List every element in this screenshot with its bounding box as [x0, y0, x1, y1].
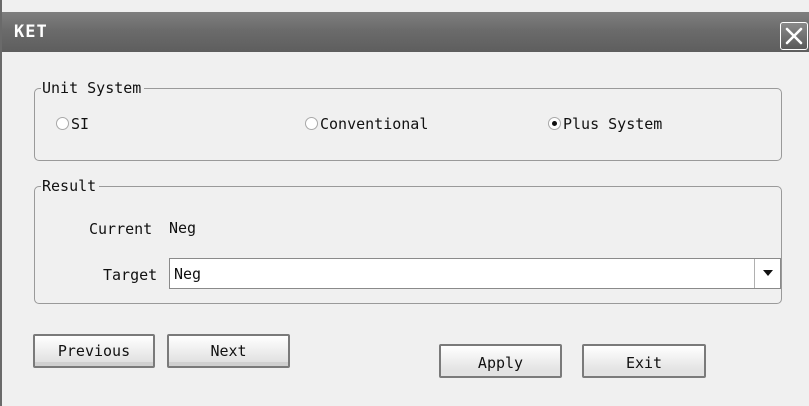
- close-icon: [785, 27, 803, 45]
- result-legend: Result: [41, 177, 100, 195]
- target-dropdown-button[interactable]: [754, 259, 780, 288]
- radio-conventional-circle[interactable]: [305, 117, 318, 130]
- radio-selected-dot: [552, 121, 557, 126]
- apply-button[interactable]: Apply: [439, 344, 562, 378]
- current-label: Current: [89, 220, 153, 238]
- current-value: Neg: [169, 219, 197, 237]
- radio-si-circle[interactable]: [56, 117, 69, 130]
- exit-button[interactable]: Exit: [582, 344, 706, 378]
- window-title: KET: [14, 22, 48, 42]
- target-select[interactable]: Neg: [169, 258, 781, 289]
- target-select-value: Neg: [174, 265, 202, 283]
- previous-button[interactable]: Previous: [33, 334, 155, 368]
- radio-conventional-label: Conventional: [320, 115, 429, 133]
- title-bar: KET: [2, 12, 809, 52]
- next-button[interactable]: Next: [167, 334, 290, 368]
- ket-dialog: KET Unit System SI Conventional Plus Sys…: [0, 0, 809, 406]
- radio-plus-system-circle[interactable]: [548, 117, 561, 130]
- close-button[interactable]: [780, 22, 808, 50]
- unit-system-group: Unit System SI Conventional Plus System: [34, 79, 782, 161]
- unit-system-legend: Unit System: [41, 79, 145, 97]
- radio-plus-system-label: Plus System: [563, 115, 663, 133]
- chevron-down-icon: [763, 270, 773, 276]
- target-label: Target: [103, 266, 158, 284]
- radio-si-label: SI: [71, 115, 90, 133]
